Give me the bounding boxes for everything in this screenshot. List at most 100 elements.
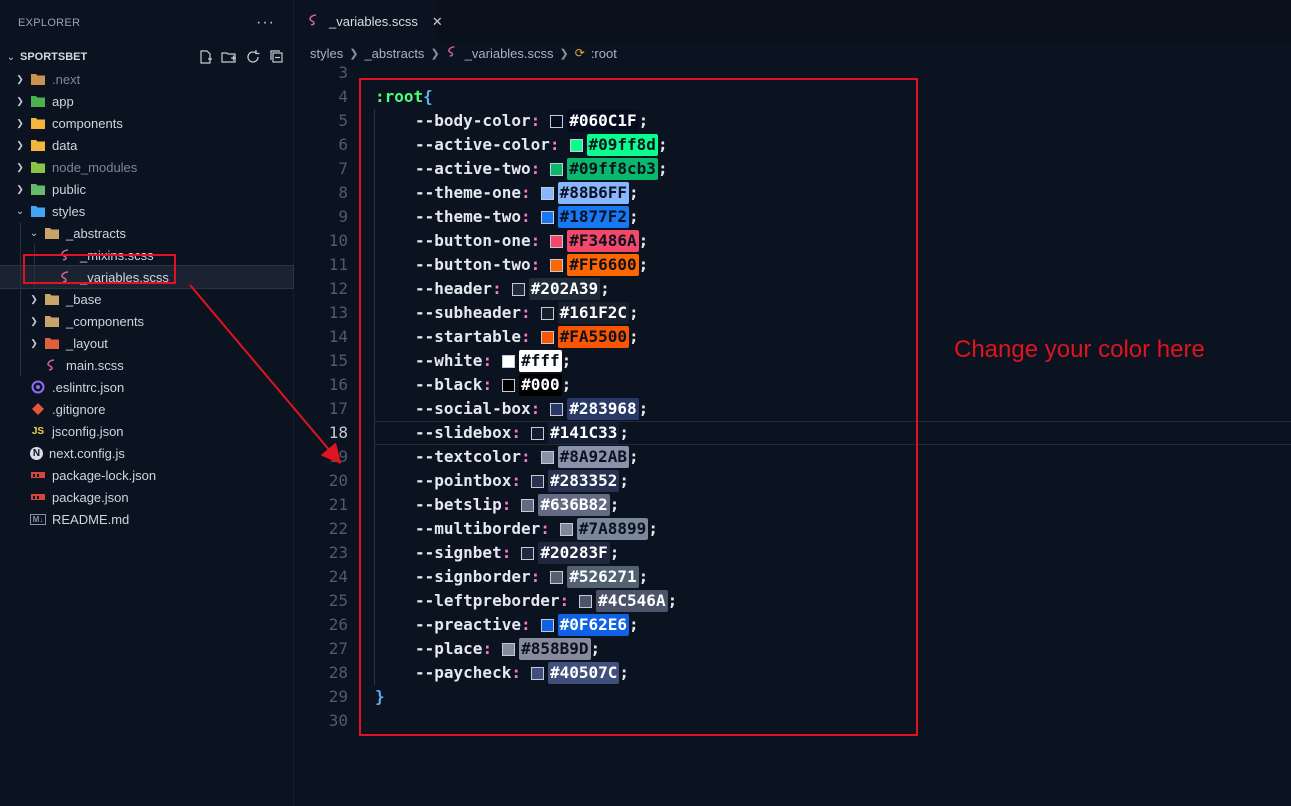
refresh-icon[interactable] — [245, 49, 261, 65]
annotation-file-highlight — [23, 254, 176, 284]
chevron-right-icon: ❯ — [16, 117, 24, 128]
tree-item[interactable]: ❯ _components — [0, 310, 293, 332]
line-number: 20 — [328, 471, 348, 490]
tree-item[interactable]: package-lock.json — [0, 464, 293, 486]
tree-item[interactable]: ❯ _base — [0, 288, 293, 310]
chevron-right-icon: ❯ — [16, 161, 24, 172]
tree-item-label: _layout — [66, 335, 108, 351]
tree-item-label: _abstracts — [66, 225, 126, 241]
line-number: 30 — [328, 711, 348, 730]
new-folder-icon[interactable] — [221, 49, 237, 65]
breadcrumb-item-file[interactable]: _variables.scss — [465, 46, 554, 61]
project-root[interactable]: ⌄ SPORTSBET — [0, 46, 293, 68]
line-number: 22 — [328, 519, 348, 538]
public-folder-icon — [30, 181, 46, 197]
tree-item[interactable]: ❯ _layout — [0, 332, 293, 354]
tree-item[interactable]: ⌄ _abstracts — [0, 222, 293, 244]
tree-item-label: main.scss — [66, 357, 124, 373]
npm-file-icon — [30, 467, 46, 483]
line-number: 5 — [338, 111, 348, 130]
line-number: 15 — [328, 351, 348, 370]
chevron-down-icon: ⌄ — [6, 51, 16, 63]
tab-bar: _variables.scss ✕ — [295, 0, 1291, 42]
indent-guide — [20, 222, 21, 244]
line-number: 10 — [328, 231, 348, 250]
eslint-file-icon — [30, 379, 46, 395]
tree-item-label: next.config.js — [49, 445, 125, 461]
chevron-right-icon: ❯ — [30, 293, 38, 304]
explorer-header: EXPLORER ··· — [0, 0, 293, 46]
tree-item-label: jsconfig.json — [52, 423, 124, 439]
more-actions-icon[interactable]: ··· — [256, 14, 275, 32]
chevron-right-icon: ❯ — [30, 315, 38, 326]
chevron-right-icon: ❯ — [30, 337, 38, 348]
next-folder-icon — [30, 71, 46, 87]
line-number: 9 — [338, 207, 348, 226]
chevron-right-icon: ❯ — [16, 183, 24, 194]
annotation-text: Change your color here — [954, 336, 1205, 363]
tree-item[interactable]: .gitignore — [0, 398, 293, 420]
line-number: 29 — [328, 687, 348, 706]
indent-guide — [20, 332, 21, 354]
line-number: 23 — [328, 543, 348, 562]
line-number: 16 — [328, 375, 348, 394]
project-name: SPORTSBET — [20, 51, 88, 63]
git-file-icon — [30, 401, 46, 417]
tree-item[interactable]: JS jsconfig.json — [0, 420, 293, 442]
file-tree: ❯ .next ❯ app ❯ components ❯ data ❯ node_modules ❯… — [0, 68, 294, 530]
npm-file-icon — [30, 489, 46, 505]
chevron-right-icon: ❯ — [349, 47, 359, 60]
tree-item[interactable]: .eslintrc.json — [0, 376, 293, 398]
tree-item[interactable]: ❯ data — [0, 134, 293, 156]
components-folder-icon — [30, 115, 46, 131]
tree-item-label: package.json — [52, 489, 129, 505]
collapse-all-icon[interactable] — [269, 49, 285, 65]
line-number: 3 — [338, 63, 348, 82]
line-number: 6 — [338, 135, 348, 154]
tree-item[interactable]: ❯ components — [0, 112, 293, 134]
indent-guide — [20, 244, 21, 266]
chevron-right-icon: ❯ — [16, 139, 24, 150]
tab-variables-scss[interactable]: _variables.scss ✕ — [295, 0, 443, 42]
tree-item-label: package-lock.json — [52, 467, 157, 483]
selector-icon: ⟳ — [574, 46, 585, 60]
breadcrumb-item-root[interactable]: :root — [591, 46, 617, 61]
line-number: 26 — [328, 615, 348, 634]
tree-item[interactable]: ❯ public — [0, 178, 293, 200]
sass-file-icon — [44, 357, 60, 373]
line-number: 21 — [328, 495, 348, 514]
tree-item-label: .gitignore — [52, 401, 106, 417]
tree-item-label: public — [52, 181, 86, 197]
tree-item[interactable]: ❯ node_modules — [0, 156, 293, 178]
tree-item-label: app — [52, 93, 74, 109]
line-number: 27 — [328, 639, 348, 658]
tree-item[interactable]: main.scss — [0, 354, 293, 376]
breadcrumb-item-abstracts[interactable]: _abstracts — [364, 46, 424, 61]
tree-item[interactable]: ❯ .next — [0, 68, 293, 90]
close-icon[interactable]: ✕ — [432, 14, 443, 30]
explorer-sidebar: EXPLORER ··· ⌄ SPORTSBET ❯ .next ❯ app ❯ comp… — [0, 0, 294, 806]
indent-guide — [20, 288, 21, 310]
line-number: 19 — [328, 447, 348, 466]
folder-icon — [44, 313, 60, 329]
tree-item-label: _components — [66, 313, 145, 329]
tree-item-label: styles — [52, 203, 86, 219]
tree-item[interactable]: ❯ app — [0, 90, 293, 112]
tree-item[interactable]: M↓ README.md — [0, 508, 293, 530]
tree-item[interactable]: package.json — [0, 486, 293, 508]
line-number: 25 — [328, 591, 348, 610]
line-number: 8 — [338, 183, 348, 202]
layout-folder-icon — [44, 335, 60, 351]
chevron-right-icon: ❯ — [430, 47, 440, 60]
tree-item[interactable]: Nnext.config.js — [0, 442, 293, 464]
chevron-right-icon: ❯ — [16, 73, 24, 84]
sass-file-icon — [307, 13, 321, 30]
line-number: 18 — [328, 423, 348, 442]
tree-item[interactable]: ⌄ styles — [0, 200, 293, 222]
chevron-down-icon: ⌄ — [15, 205, 25, 217]
js-file-icon: JS — [31, 425, 45, 437]
line-number: 28 — [328, 663, 348, 682]
breadcrumb-item-styles[interactable]: styles — [310, 46, 343, 61]
new-file-icon[interactable] — [197, 49, 213, 65]
line-number: 12 — [328, 279, 348, 298]
